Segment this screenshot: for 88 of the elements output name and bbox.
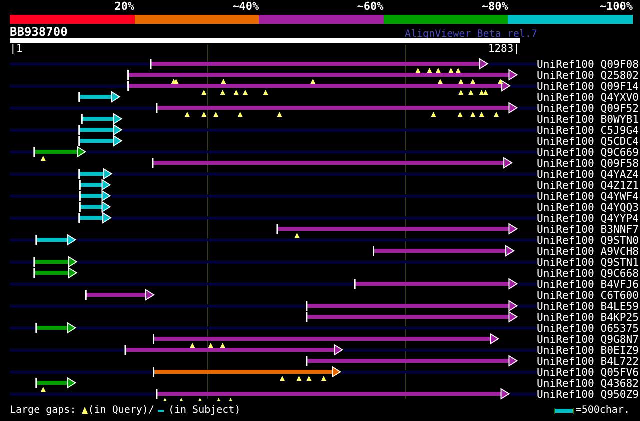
legend-text: =500char. [576,404,630,418]
scale-label: |1 [10,43,23,55]
sequence-label: UniRef100_Q4YQQ3 [537,202,640,214]
query-gap-icon [220,90,226,95]
sequence-label: UniRef100_Q4YAZ4 [537,169,640,181]
query-gap-icon [321,376,326,381]
score-label: ~60% [356,0,384,14]
legend-text: (in Subject) [168,404,241,418]
start-tick [36,378,38,388]
start-tick [153,367,154,377]
query-gap-icon [458,112,463,117]
row-track [518,106,537,110]
start-tick [124,345,126,355]
query-gap-icon [431,112,436,117]
score-label: ~40% [232,0,260,14]
row-track [510,392,537,396]
sequence-label: UniRef100_C6T600 [537,290,640,302]
sequence-label: UniRef100_Q4Z1Z1 [537,180,640,192]
sequence-label: UniRef100_B0WYB1 [537,114,640,126]
sequence-label: UniRef100_B4KP25 [537,312,640,324]
start-tick [78,92,80,102]
query-gap-icon [280,376,285,381]
row-track [488,62,537,66]
start-tick [34,147,36,157]
start-tick [156,103,158,113]
sequence-label: UniRef100_Q5CDC4 [537,136,640,148]
sequence-label: UniRef100_B4LE59 [537,301,640,313]
scale-bar-icon [554,408,574,414]
sequence-label: UniRef100_Q09F58 [537,158,640,170]
query-gap-icon [277,112,282,117]
query-gap-icon [178,398,184,401]
legend-label: Large gaps: [10,404,76,418]
query-gap-icon [228,398,234,401]
query-gap-icon [216,398,222,401]
query-gap-icon [40,156,46,161]
sequence-label: UniRef100_Q950Z9 [537,389,640,401]
start-tick [36,235,38,245]
query-gap-icon [494,112,500,117]
sequence-label: UniRef100_Q09F52 [537,103,640,115]
version-text: AlignViewer Beta rel.7 [405,29,538,40]
start-tick [152,158,154,168]
sequence-label: UniRef100_Q9G8N7 [537,334,640,346]
start-tick [354,279,356,289]
row-track [518,304,537,308]
sequence-label: UniRef100_A9VCH8 [537,246,640,258]
sequence-label: UniRef100_C5J9G4 [537,125,640,137]
sequence-label: UniRef100_Q4YYP4 [537,213,640,225]
query-gap-icon [238,112,243,117]
start-tick [276,224,278,234]
start-tick [150,59,152,69]
query-gap-icon [162,398,168,401]
query-gap-icon [263,90,268,95]
start-tick [373,246,374,256]
start-tick [36,323,38,333]
sequence-label: UniRef100_Q4YWF4 [537,191,640,203]
sequence-label: UniRef100_Q25802 [537,70,640,82]
query-gap-icon [214,112,219,117]
sequence-label: UniRef100_Q4YXV0 [537,92,640,104]
sequence-label: UniRef100_B4L722 [537,356,640,368]
query-gap-icon [184,112,190,117]
row-track [518,282,537,286]
query-gap-icon [202,90,207,95]
sequence-label: UniRef100_Q09F14 [537,81,640,93]
legend-text: (in Query)/ [88,404,154,418]
score-label: ~100% [598,0,633,14]
sequence-label: UniRef100_Q9STN1 [537,257,640,269]
row-track [511,84,537,88]
score-label: 20% [114,0,135,14]
sequence-label: UniRef100_Q09F08 [537,59,640,71]
start-tick [156,389,158,399]
sequence-label: UniRef100_Q05FV6 [537,367,640,379]
sequence-label: UniRef100_O65375 [537,323,640,335]
query-gap-icon [82,407,88,414]
start-tick [153,334,154,344]
sequence-label: UniRef100_B4VFJ6 [537,279,640,291]
start-tick [85,290,87,300]
sequence-label: UniRef100_Q9STN0 [537,235,640,247]
scale-label: 1283| [488,43,520,55]
query-gap-icon [202,112,207,117]
start-tick [306,356,308,366]
sequence-label: UniRef100_Q43682 [537,378,640,390]
score-label: ~80% [480,0,508,14]
query-gap-icon [198,398,203,401]
sequence-label: UniRef100_Q9C669 [537,147,640,159]
sequence-label: UniRef100_Q9C668 [537,268,640,280]
sequence-label: UniRef100_B0EIZ9 [537,345,640,357]
query-name: BB938700 [10,25,68,39]
sequence-label: UniRef100_B3NNF7 [537,224,640,236]
